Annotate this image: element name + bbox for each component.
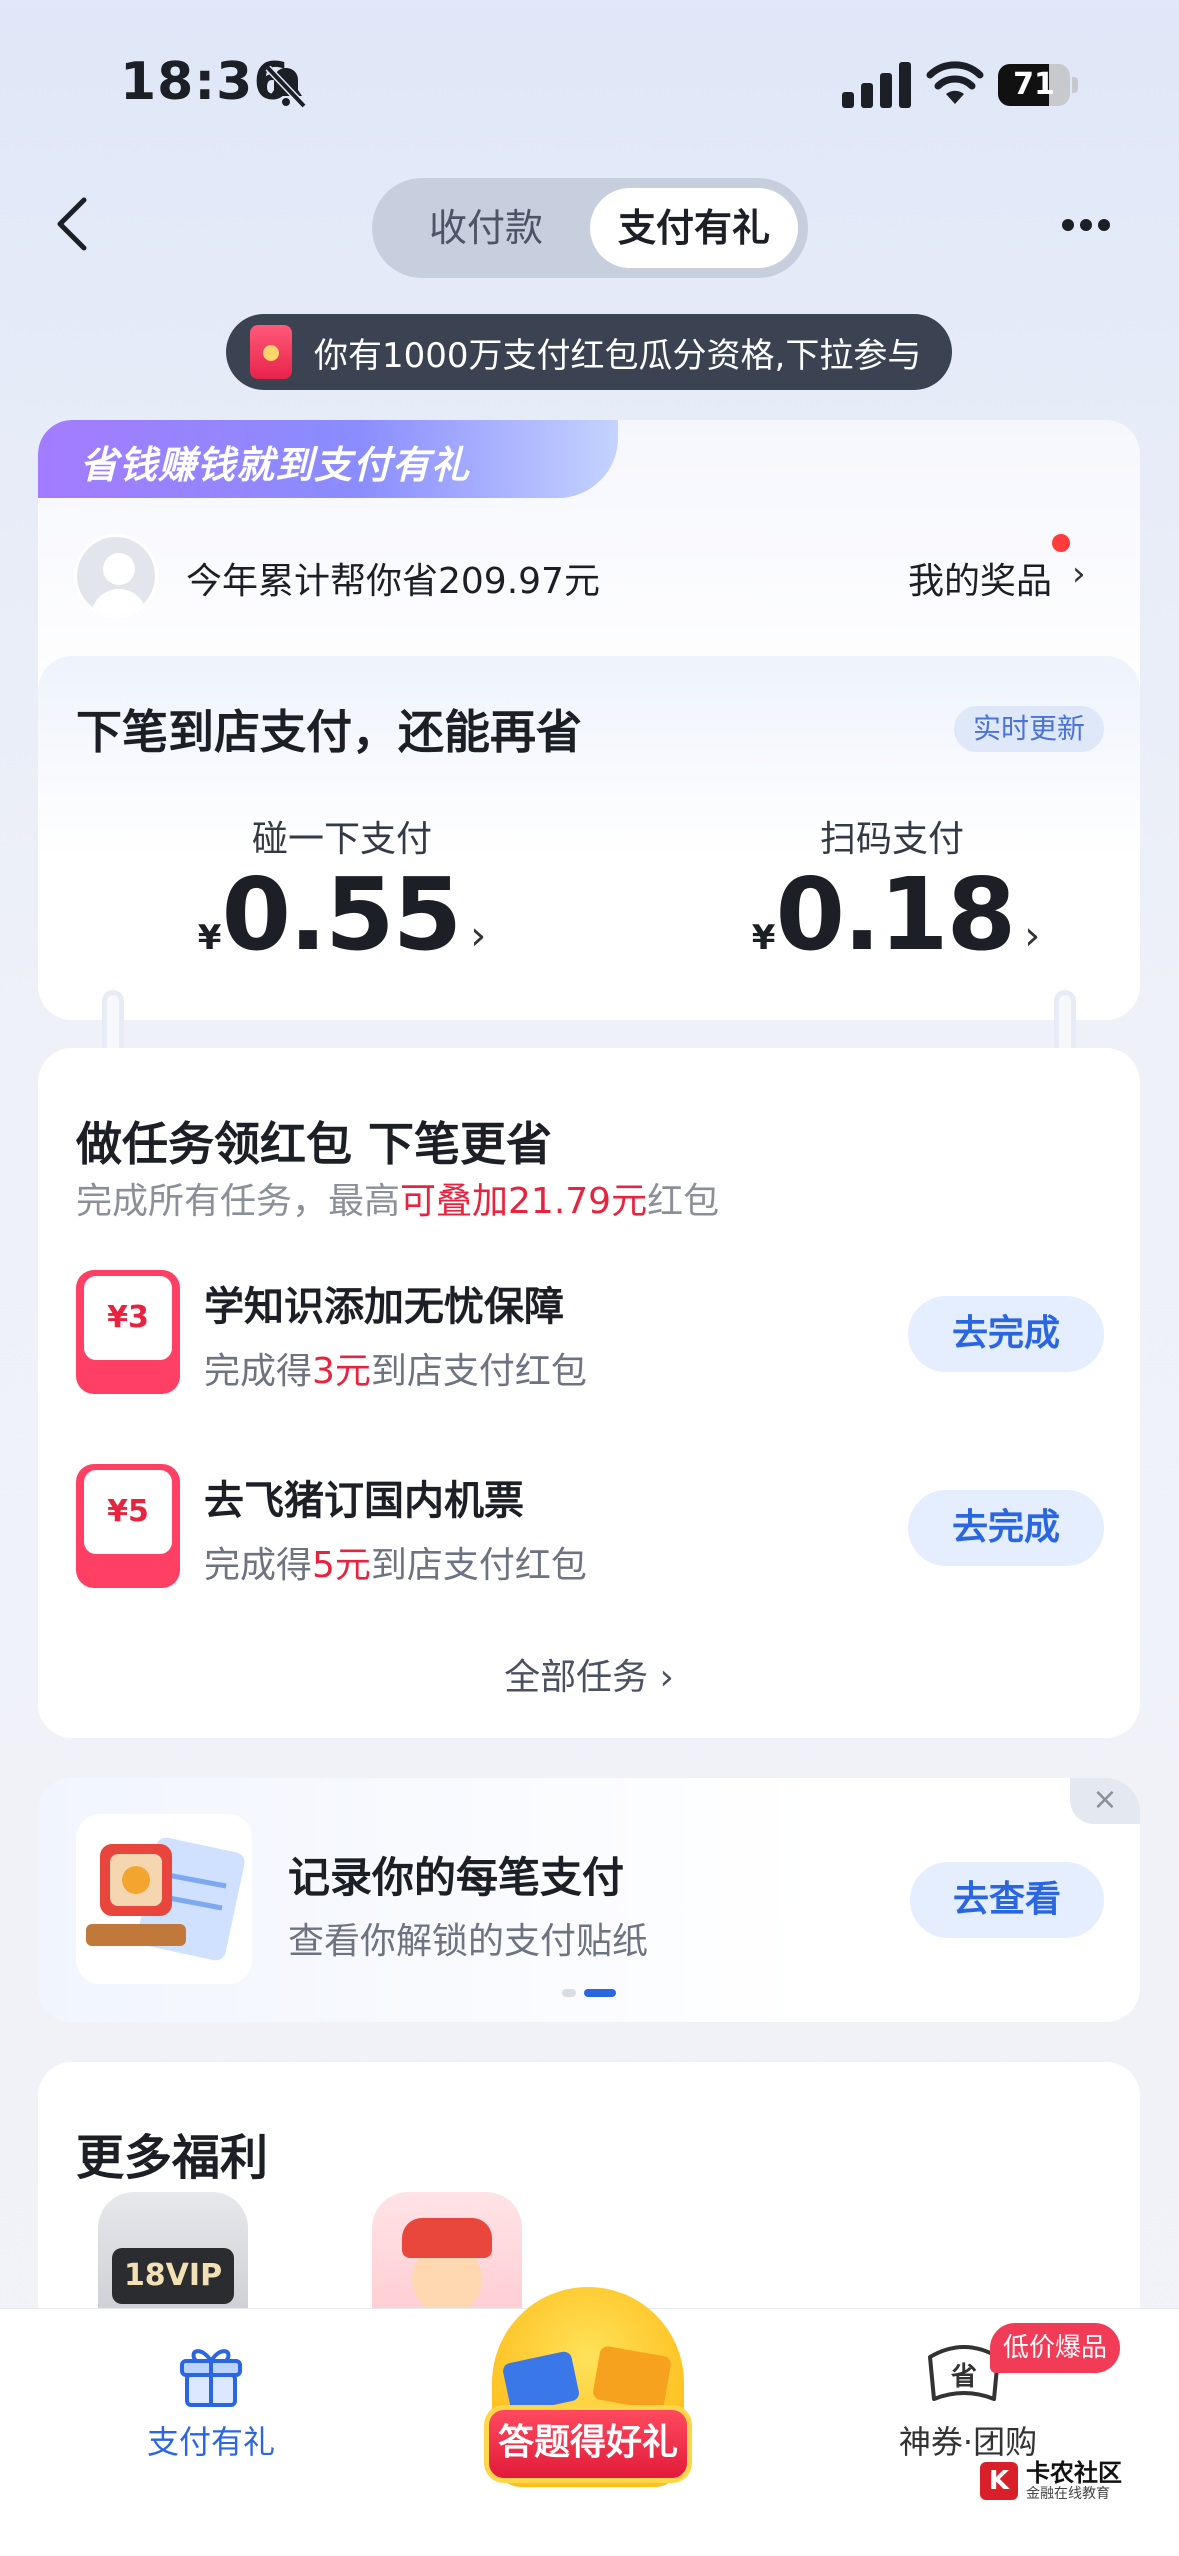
savings-card: 省钱赚钱就到支付有礼 今年累计帮你省209.97元 我的奖品 › 下笔到店支付，… — [38, 420, 1140, 1020]
record-title: 记录你的每笔支付 — [288, 1853, 625, 1902]
tab-receive-pay[interactable]: 收付款 — [388, 178, 584, 278]
chevron-right-icon[interactable]: › — [1072, 554, 1086, 594]
more-options-icon[interactable] — [1062, 216, 1122, 232]
savings-banner: 省钱赚钱就到支付有礼 — [38, 420, 618, 498]
gift-icon[interactable] — [176, 2339, 246, 2409]
red-envelope-icon — [250, 325, 292, 379]
notification-dot — [1052, 534, 1070, 552]
tab-coupons-groupbuy[interactable]: 神券·团购 — [858, 2417, 1078, 2463]
currency-symbol: ¥ — [197, 918, 222, 958]
tap-pay-label: 碰一下支付 — [251, 819, 432, 860]
cellular-signal-icon — [842, 62, 911, 108]
sticker-book-icon — [76, 1814, 252, 1984]
payment-record-card: × 记录你的每笔支付 查看你解锁的支付贴纸 去查看 — [38, 1778, 1140, 2022]
watermark-logo: K 卡农社区 金融在线教育 — [980, 2460, 1122, 2502]
complete-task-button[interactable]: 去完成 — [908, 1296, 1104, 1372]
tasks-subtitle: 完成所有任务，最高可叠加21.79元红包 — [76, 1181, 720, 1222]
red-packet-3-icon: ¥3 — [76, 1270, 180, 1394]
task-reward-text: 完成得3元到店支付红包 — [204, 1351, 587, 1392]
chevron-right-icon: › — [1024, 913, 1041, 959]
tab-payment-rewards[interactable]: 支付有礼 — [590, 188, 798, 268]
more-benefits-title: 更多福利 — [76, 2130, 269, 2186]
tap-pay-amount[interactable]: ¥0.55 › — [142, 856, 542, 973]
svg-text:省: 省 — [950, 2362, 977, 2392]
record-subtitle: 查看你解锁的支付贴纸 — [288, 1921, 649, 1962]
vip-badge: 18VIP — [112, 2248, 234, 2304]
tasks-card: 做任务领红包 下笔更省 完成所有任务，最高可叠加21.79元红包 ¥3 学知识添… — [38, 1048, 1140, 1738]
avatar — [74, 534, 158, 618]
battery-percent: 71 — [1013, 67, 1055, 102]
task-title: 去飞猪订国内机票 — [204, 1478, 524, 1524]
scan-pay-amount[interactable]: ¥0.18 › — [696, 856, 1096, 973]
tasks-title: 做任务领红包 下笔更省 — [76, 1117, 553, 1171]
close-icon[interactable]: × — [1070, 1778, 1140, 1824]
bell-muted-icon — [265, 65, 307, 109]
red-packet-5-icon: ¥5 — [76, 1464, 180, 1588]
chevron-right-icon: › — [470, 913, 487, 959]
wifi-icon — [926, 61, 984, 104]
tap-pay-value: 0.55 — [221, 856, 462, 973]
back-chevron-icon[interactable] — [52, 196, 96, 252]
currency-symbol: ¥ — [751, 918, 776, 958]
promo-text: 你有1000万支付红包瓜分资格,下拉参与 — [314, 335, 922, 376]
tab-payment-rewards-bottom[interactable]: 支付有礼 — [100, 2417, 322, 2463]
all-tasks-link[interactable]: 全部任务 › — [38, 1648, 1140, 1700]
page-segment-control: 收付款 支付有礼 — [372, 178, 808, 278]
store-pay-title: 下笔到店支付，还能再省 — [76, 705, 582, 759]
realtime-badge: 实时更新 — [954, 706, 1104, 752]
red-packet-promo-banner[interactable]: 你有1000万支付红包瓜分资格,下拉参与 — [226, 314, 952, 390]
scan-pay-value: 0.18 — [775, 856, 1016, 973]
low-price-badge: 低价爆品 — [990, 2323, 1120, 2373]
view-button[interactable]: 去查看 — [910, 1862, 1104, 1938]
savings-banner-text: 省钱赚钱就到支付有礼 — [80, 443, 471, 487]
my-prizes-link[interactable]: 我的奖品 — [908, 552, 1052, 604]
scan-pay-label: 扫码支付 — [819, 819, 964, 860]
battery-indicator: 71 — [998, 64, 1078, 106]
store-pay-section: 下笔到店支付，还能再省 实时更新 碰一下支付 ¥0.55 › 扫码支付 ¥0.18… — [38, 656, 1140, 1020]
complete-task-button[interactable]: 去完成 — [908, 1490, 1104, 1566]
task-title: 学知识添加无忧保障 — [204, 1284, 564, 1330]
quiz-prize-button[interactable]: 答题得好礼 — [484, 2405, 692, 2483]
bottom-tab-bar: 支付有礼 答题得好礼 省 神券·团购 低价爆品 — [0, 2287, 1179, 2556]
carousel-dots — [562, 1982, 624, 2001]
yearly-saved-text: 今年累计帮你省209.97元 — [186, 561, 600, 602]
task-reward-text: 完成得5元到店支付红包 — [204, 1545, 587, 1586]
